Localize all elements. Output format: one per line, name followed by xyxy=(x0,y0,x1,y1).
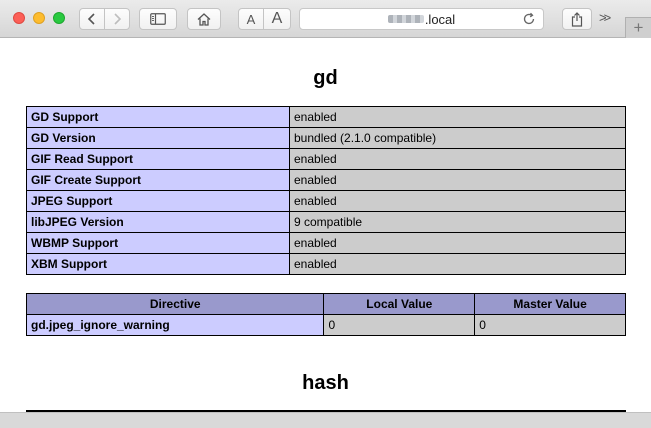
minimize-window-button[interactable] xyxy=(33,12,45,24)
info-label-cell: JPEG Support xyxy=(26,190,290,212)
show-sidebar-button[interactable] xyxy=(139,8,177,30)
info-label-cell: GIF Read Support xyxy=(26,148,290,170)
table-row: WBMP Support enabled xyxy=(26,232,626,254)
info-value-cell: enabled xyxy=(289,148,626,170)
directives-header-row: Directive Local Value Master Value xyxy=(25,293,626,315)
info-value-cell: 9 compatible xyxy=(289,211,626,233)
info-label-cell: libJPEG Version xyxy=(26,211,290,233)
page-content: gd GD Support enabled GD Version bundled (2… xyxy=(0,39,651,412)
sidebar-icon xyxy=(150,13,166,25)
master-value-cell: 0 xyxy=(474,314,626,336)
close-window-button[interactable] xyxy=(13,12,25,24)
new-tab-button[interactable]: + xyxy=(625,17,651,38)
table-row: JPEG Support enabled xyxy=(26,190,626,212)
table-row: gd.jpeg_ignore_warning 0 0 xyxy=(25,314,626,336)
info-label-cell: GD Support xyxy=(26,106,290,128)
info-value-cell: enabled xyxy=(289,253,626,275)
increase-font-button[interactable]: A xyxy=(263,8,291,30)
info-label-cell: XBM Support xyxy=(26,253,290,275)
table-row: GIF Read Support enabled xyxy=(26,148,626,170)
section-title-gd: gd xyxy=(313,67,338,89)
table-row: GIF Create Support enabled xyxy=(26,169,626,191)
window-bottom-edge xyxy=(0,412,651,428)
reload-icon[interactable] xyxy=(522,12,536,26)
address-bar[interactable]: .local xyxy=(299,8,544,30)
toolbar-overflow-button[interactable]: >> xyxy=(599,10,617,28)
info-value-cell: bundled (2.1.0 compatible) xyxy=(289,127,626,149)
home-button[interactable] xyxy=(187,8,221,30)
table-row: GD Version bundled (2.1.0 compatible) xyxy=(26,127,626,149)
address-host-suffix: .local xyxy=(424,11,456,27)
table-row: libJPEG Version 9 compatible xyxy=(26,211,626,233)
info-value-cell: enabled xyxy=(289,106,626,128)
info-value-cell: enabled xyxy=(289,169,626,191)
home-icon xyxy=(197,12,211,26)
browser-toolbar: A A .local >> + xyxy=(0,0,651,38)
back-button[interactable] xyxy=(79,8,105,30)
zoom-window-button[interactable] xyxy=(53,12,65,24)
info-value-cell: enabled xyxy=(289,232,626,254)
local-value-cell: 0 xyxy=(323,314,476,336)
forward-button[interactable] xyxy=(104,8,130,30)
section-title-hash: hash xyxy=(302,372,349,394)
share-button[interactable] xyxy=(562,8,592,30)
table-row: GD Support enabled xyxy=(26,106,626,128)
info-value-cell: enabled xyxy=(289,190,626,212)
info-label-cell: WBMP Support xyxy=(26,232,290,254)
info-label-cell: GD Version xyxy=(26,127,290,149)
column-header-master-value: Master Value xyxy=(474,293,626,315)
decrease-font-button[interactable]: A xyxy=(238,8,264,30)
chevron-right-icon xyxy=(114,13,122,25)
redacted-host xyxy=(387,15,424,23)
gd-info-table: GD Support enabled GD Version bundled (2.1.… xyxy=(26,106,626,275)
chevron-left-icon xyxy=(87,13,95,25)
gd-directives-table: Directive Local Value Master Value gd.jp… xyxy=(25,293,626,336)
column-header-directive: Directive xyxy=(25,293,325,315)
table-row: XBM Support enabled xyxy=(26,253,626,275)
directive-name-cell: gd.jpeg_ignore_warning xyxy=(25,314,325,336)
column-header-local-value: Local Value xyxy=(323,293,476,315)
info-label-cell: GIF Create Support xyxy=(26,169,290,191)
share-icon xyxy=(571,11,583,27)
